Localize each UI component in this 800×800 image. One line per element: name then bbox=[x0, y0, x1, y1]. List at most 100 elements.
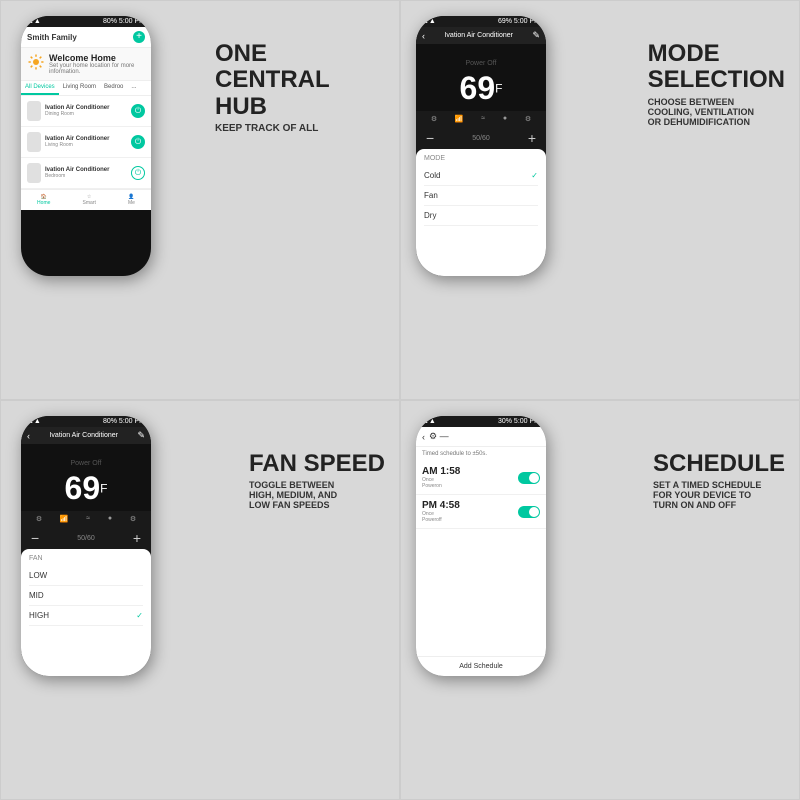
ctrl-fan-3[interactable]: 📶 bbox=[60, 515, 69, 523]
device-item-1: Ivation Air Conditioner Dining Room ⏻ bbox=[21, 96, 151, 127]
feature-main-2: MODESELECTION bbox=[648, 41, 785, 94]
feature-text-4: SCHEDULE SET A TIMED SCHEDULEFOR YOUR DE… bbox=[653, 451, 785, 510]
control-icons-3: ⚙ 📶 ≈ ● ⚙ bbox=[21, 511, 151, 527]
temp-plus[interactable]: + bbox=[528, 130, 536, 146]
bottom-nav: 🏠Home ☆Smart 👤Me bbox=[21, 189, 151, 210]
device-list: Ivation Air Conditioner Dining Room ⏻ Iv… bbox=[21, 96, 151, 189]
sched-subtitle: Timed schedule to ±50s. bbox=[416, 447, 546, 461]
mode-dry-label: Dry bbox=[424, 211, 436, 220]
back-arrow-4[interactable]: ‹ bbox=[422, 432, 425, 442]
phone-mockup-1: ▲▲ 80% 5:00 PM Smith Family + bbox=[21, 16, 151, 276]
welcome-title: Welcome Home bbox=[49, 53, 145, 63]
add-button[interactable]: + bbox=[133, 31, 145, 43]
temp-controls: − 50/60 + bbox=[416, 127, 546, 149]
feature-main-1: ONECENTRAL HUB bbox=[215, 41, 385, 120]
mode-sheet: MODE Cold ✓ Fan Dry bbox=[416, 149, 546, 276]
device-item-3: Ivation Air Conditioner Bedroom ⏻ bbox=[21, 158, 151, 189]
temp-range-3: 50/60 bbox=[77, 535, 95, 542]
power-status-3: Power Off bbox=[71, 460, 102, 467]
feature-grid: ▲▲ 80% 5:00 PM Smith Family + bbox=[0, 0, 800, 800]
toggle-2[interactable] bbox=[518, 506, 540, 518]
sched-header: ‹ ⚙ — bbox=[416, 427, 546, 447]
fan-high[interactable]: HIGH ✓ bbox=[29, 606, 143, 626]
temp-unit: F bbox=[495, 82, 502, 96]
sched-gear: ⚙ — bbox=[429, 431, 449, 442]
tab-more[interactable]: ... bbox=[127, 81, 140, 95]
feature-sub-2: CHOOSE BETWEENCOOLING, VENTILATIONOR DEH… bbox=[648, 97, 785, 127]
status-bar-4: ▲▲ 30% 5:00 PM bbox=[416, 416, 546, 427]
power-btn-3[interactable]: ⏻ bbox=[131, 166, 145, 180]
status-info-3: 80% 5:00 PM bbox=[103, 418, 145, 425]
ac-icon-1 bbox=[27, 101, 41, 121]
mode-cold[interactable]: Cold ✓ bbox=[424, 166, 538, 186]
nav-me[interactable]: 👤Me bbox=[128, 194, 135, 206]
tab-bar: All Devices Living Room Bedroo ... bbox=[21, 81, 151, 96]
temp-display: Power Off 69F bbox=[416, 44, 546, 111]
feature-text-1: ONECENTRAL HUB KEEP TRACK OF ALL bbox=[215, 41, 385, 134]
mode-dry[interactable]: Dry bbox=[424, 206, 538, 226]
power-btn-1[interactable]: ⏻ bbox=[131, 104, 145, 118]
cell-fan-speed: ▲▲ 80% 5:00 PM ‹ Ivation Air Conditioner… bbox=[0, 400, 400, 800]
tab-bedroom[interactable]: Bedroo bbox=[100, 81, 127, 95]
ctrl-home-3[interactable]: ⚙ bbox=[36, 515, 42, 523]
status-bar-1: ▲▲ 80% 5:00 PM bbox=[21, 16, 151, 27]
cell-mode-selection: ▲▲ 69% 5:00 PM ‹ Ivation Air Conditioner… bbox=[400, 0, 800, 400]
ctrl-fan[interactable]: 📶 bbox=[455, 115, 464, 123]
ctrl-settings-3[interactable]: ⚙ bbox=[130, 515, 136, 523]
sched-action-2: OncePoweroff bbox=[422, 511, 460, 523]
mode-fan[interactable]: Fan bbox=[424, 186, 538, 206]
sched-time-2: PM 4:58 bbox=[422, 500, 460, 511]
nav-home[interactable]: 🏠Home bbox=[37, 194, 50, 206]
app-header: Smith Family + bbox=[21, 27, 151, 48]
temp-unit-3: F bbox=[100, 482, 107, 496]
ctrl-cool-3[interactable]: ● bbox=[108, 515, 112, 523]
ctrl-swing[interactable]: ≈ bbox=[481, 115, 485, 123]
ac-screen: ‹ Ivation Air Conditioner ✎ Power Off 69… bbox=[416, 27, 546, 276]
tab-all-devices[interactable]: All Devices bbox=[21, 81, 59, 95]
temp-minus[interactable]: − bbox=[426, 130, 434, 146]
sched-time-info-2: PM 4:58 OncePoweroff bbox=[422, 500, 460, 523]
status-bar-3: ▲▲ 80% 5:00 PM bbox=[21, 416, 151, 427]
status-info-2: 69% 5:00 PM bbox=[498, 18, 540, 25]
signal-4: ▲▲ bbox=[422, 418, 436, 425]
welcome-sub: Set your home location for more informat… bbox=[49, 63, 145, 75]
fan-title: Ivation Air Conditioner bbox=[30, 432, 137, 439]
temp-minus-3[interactable]: − bbox=[31, 530, 39, 546]
sched-time-info-1: AM 1:58 OncePoweron bbox=[422, 466, 460, 489]
welcome-banner: Welcome Home Set your home location for … bbox=[21, 48, 151, 81]
fan-low[interactable]: LOW bbox=[29, 566, 143, 586]
fan-screen: ‹ Ivation Air Conditioner ✎ Power Off 69… bbox=[21, 427, 151, 676]
temperature: 69F bbox=[416, 70, 546, 107]
fan-low-label: LOW bbox=[29, 571, 47, 580]
edit-icon-3[interactable]: ✎ bbox=[137, 430, 145, 441]
temp-controls-3: − 50/60 + bbox=[21, 527, 151, 549]
signal-2: ▲▲ bbox=[422, 18, 436, 25]
tab-living-room[interactable]: Living Room bbox=[59, 81, 100, 95]
feature-main-3: FAN SPEED bbox=[249, 451, 385, 477]
feature-sub-4: SET A TIMED SCHEDULEFOR YOUR DEVICE TOTU… bbox=[653, 480, 785, 510]
feature-sub-3: TOGGLE BETWEENHIGH, MEDIUM, ANDLOW FAN S… bbox=[249, 480, 385, 510]
sched-item-1: AM 1:58 OncePoweron bbox=[416, 461, 546, 495]
fan-title-label: FAN bbox=[29, 555, 143, 562]
nav-smart[interactable]: ☆Smart bbox=[83, 194, 96, 206]
power-btn-2[interactable]: ⏻ bbox=[131, 135, 145, 149]
device-room-2: Living Room bbox=[45, 142, 127, 148]
status-info-4: 30% 5:00 PM bbox=[498, 418, 540, 425]
ctrl-swing-3[interactable]: ≈ bbox=[86, 515, 90, 523]
ac-icon-2 bbox=[27, 132, 41, 152]
ctrl-settings[interactable]: ⚙ bbox=[525, 115, 531, 123]
signal-icon: ▲▲ bbox=[27, 18, 41, 25]
screen-1: Smith Family + bbox=[21, 27, 151, 276]
edit-icon[interactable]: ✎ bbox=[532, 30, 540, 41]
ctrl-cool[interactable]: ● bbox=[503, 115, 507, 123]
temp-plus-3[interactable]: + bbox=[133, 530, 141, 546]
control-icons: ⚙ 📶 ≈ ● ⚙ bbox=[416, 111, 546, 127]
mode-cold-label: Cold bbox=[424, 171, 440, 180]
toggle-1[interactable] bbox=[518, 472, 540, 484]
schedule-screen: ‹ ⚙ — Timed schedule to ±50s. AM 1:58 On… bbox=[416, 427, 546, 676]
ctrl-home[interactable]: ⚙ bbox=[431, 115, 437, 123]
temperature-3: 69F bbox=[21, 470, 151, 507]
fan-mid[interactable]: MID bbox=[29, 586, 143, 606]
phone-mockup-4: ▲▲ 30% 5:00 PM ‹ ⚙ — Timed schedule to ±… bbox=[416, 416, 546, 676]
add-schedule-btn[interactable]: Add Schedule bbox=[416, 656, 546, 676]
